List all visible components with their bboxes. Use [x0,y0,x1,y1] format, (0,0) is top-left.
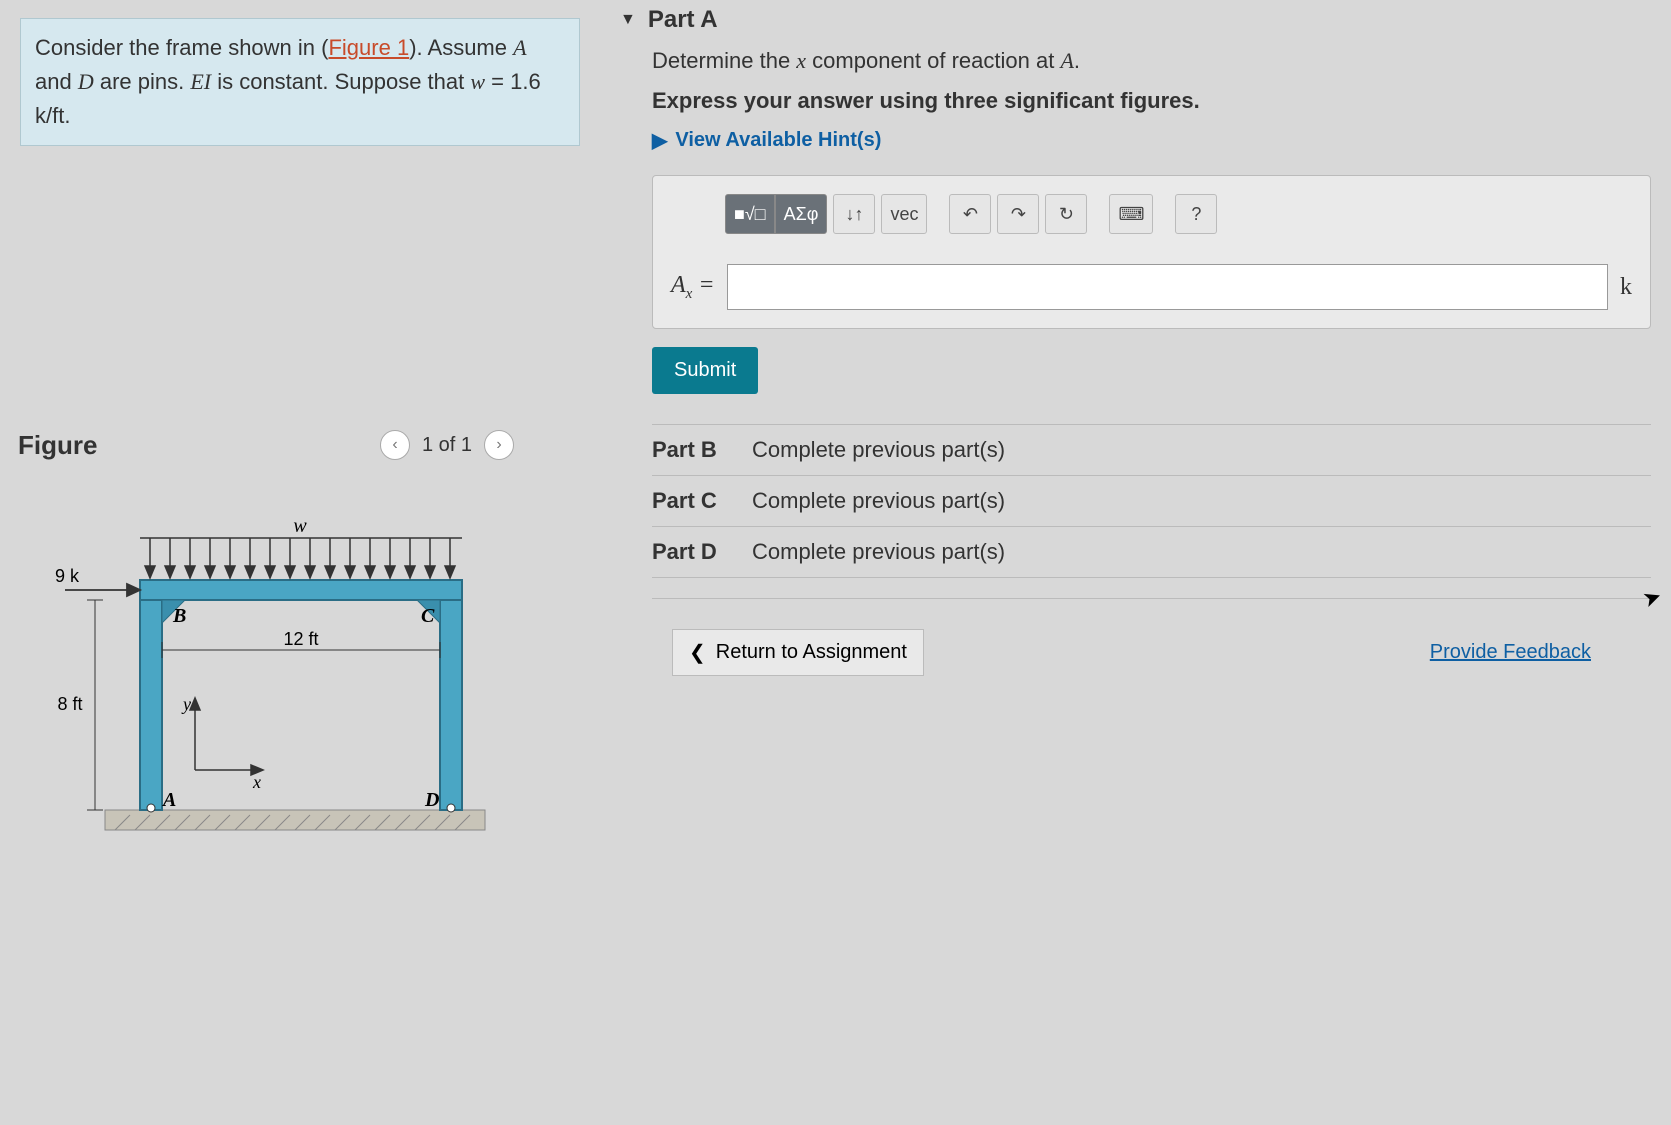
prev-figure-button[interactable]: ‹ [380,430,410,460]
part-a-prompt: Determine the x component of reaction at… [652,48,1651,74]
templates-button[interactable]: ■√□ [725,194,775,234]
part-b-msg: Complete previous part(s) [752,437,1005,463]
part-d-msg: Complete previous part(s) [752,539,1005,565]
text: Consider the frame shown in ( [35,35,328,60]
next-figure-button[interactable]: › [484,430,514,460]
svg-text:C: C [421,605,435,627]
part-c-row: Part C Complete previous part(s) [652,475,1651,526]
figure-heading: Figure [18,430,97,461]
undo-button[interactable]: ↶ [949,194,991,234]
figure-nav: ‹ 1 of 1 › [380,430,514,460]
part-b-label: Part B [652,437,732,463]
greek-button[interactable]: ΑΣφ [775,194,828,234]
svg-text:x: x [252,772,261,792]
problem-statement: Consider the frame shown in (Figure 1). … [20,18,580,146]
svg-text:w: w [293,515,307,537]
answer-box: ■√□ ΑΣφ ↓↑ vec ↶ ↷ ↻ ⌨ ? Ax = k [652,175,1651,329]
answer-unit: k [1620,274,1632,301]
part-d-row: Part D Complete previous part(s) [652,526,1651,578]
caret-down-icon: ▼ [620,11,636,29]
figure-counter: 1 of 1 [422,434,472,457]
svg-text:12 ft: 12 ft [283,629,318,649]
figure-link[interactable]: Figure 1 [328,35,409,60]
part-c-label: Part C [652,488,732,514]
view-hints-button[interactable]: ▶ View Available Hint(s) [652,128,1651,153]
svg-text:A: A [161,789,176,811]
chevron-left-icon: ❮ [689,640,706,665]
answer-input[interactable] [727,264,1608,310]
svg-text:9 k: 9 k [55,566,80,586]
provide-feedback-link[interactable]: Provide Feedback [1430,641,1591,664]
figure-diagram: w 9 k B C A D 12 ft [45,510,515,840]
help-button[interactable]: ? [1175,194,1217,234]
keyboard-button[interactable]: ⌨ [1109,194,1153,234]
reset-button[interactable]: ↻ [1045,194,1087,234]
part-b-row: Part B Complete previous part(s) [652,424,1651,475]
answer-lhs: Ax = [671,272,715,303]
equation-toolbar: ■√□ ΑΣφ ↓↑ vec ↶ ↷ ↻ ⌨ ? [671,194,1632,234]
part-a-title: Part A [648,6,718,34]
svg-text:y: y [181,694,191,714]
redo-button[interactable]: ↷ [997,194,1039,234]
part-c-msg: Complete previous part(s) [752,488,1005,514]
submit-button[interactable]: Submit [652,347,758,394]
svg-text:B: B [172,605,186,627]
return-button[interactable]: ❮ Return to Assignment [672,629,924,676]
scripts-button[interactable]: ↓↑ [833,194,875,234]
vector-button[interactable]: vec [881,194,927,234]
caret-right-icon: ▶ [652,128,667,153]
part-a-instruction: Express your answer using three signific… [652,88,1651,114]
svg-text:D: D [424,789,439,811]
part-a-header[interactable]: ▼ Part A [600,0,1671,48]
part-d-label: Part D [652,539,732,565]
svg-text:8 ft: 8 ft [57,694,82,714]
